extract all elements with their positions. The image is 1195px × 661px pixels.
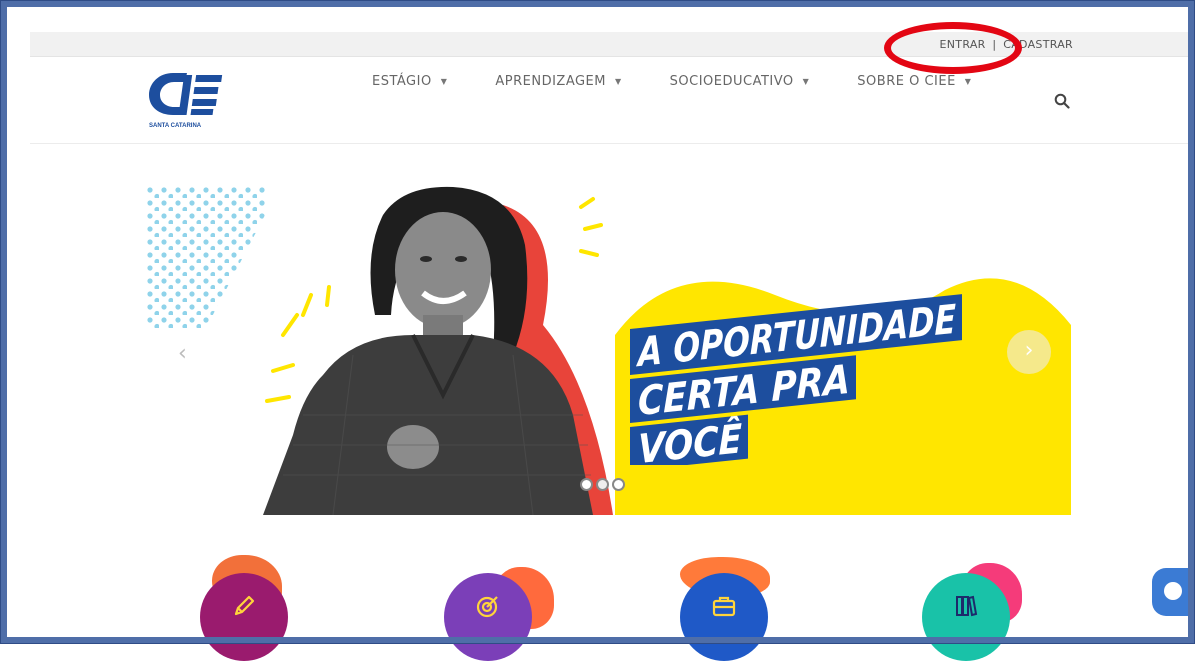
site-header: SANTA CATARINA ESTÁGIO ▼ APRENDIZAGEM ▼ …: [30, 57, 1188, 144]
books-icon: [956, 595, 978, 617]
caret-down-icon: ▼: [440, 77, 448, 86]
ciee-logo[interactable]: SANTA CATARINA: [145, 69, 225, 131]
headline-banner: A OPORTUNIDADE CERTA PRA VOCÊ: [630, 294, 962, 465]
highlight-circle: [884, 22, 1022, 74]
chevron-left-icon[interactable]: ‹: [178, 341, 187, 366]
chat-icon: [1164, 582, 1182, 600]
category-card-pencil[interactable]: [200, 555, 290, 661]
nav-item-aprendizagem[interactable]: APRENDIZAGEM ▼: [495, 74, 621, 89]
pager-dot[interactable]: [596, 478, 609, 491]
caret-down-icon: ▼: [614, 77, 622, 86]
nav-label: SOCIOEDUCATIVO: [669, 74, 794, 89]
nav-label: APRENDIZAGEM: [495, 74, 606, 89]
category-circle: [200, 573, 288, 661]
hero-person-image: [263, 186, 613, 515]
nav-item-sobre[interactable]: SOBRE O CIEE ▼: [857, 74, 971, 89]
category-circle: [680, 573, 768, 661]
hero-carousel: A OPORTUNIDADE CERTA PRA VOCÊ: [145, 185, 1071, 515]
carousel-pager: [580, 478, 625, 491]
dots-pattern: [145, 185, 265, 330]
pager-dot[interactable]: [612, 478, 625, 491]
search-icon[interactable]: [1054, 93, 1070, 109]
chevron-right-icon[interactable]: ›: [1007, 330, 1051, 374]
pencil-icon: [234, 595, 255, 616]
category-circle: [444, 573, 532, 661]
nav-item-socioeducativo[interactable]: SOCIOEDUCATIVO ▼: [670, 74, 810, 89]
main-nav: ESTÁGIO ▼ APRENDIZAGEM ▼ SOCIOEDUCATIVO …: [372, 74, 1019, 89]
logo-subtitle: SANTA CATARINA: [149, 123, 202, 129]
nav-item-estagio[interactable]: ESTÁGIO ▼: [372, 74, 447, 89]
category-card-briefcase[interactable]: [680, 555, 770, 661]
nav-label: ESTÁGIO: [372, 74, 432, 89]
chat-widget[interactable]: [1152, 568, 1195, 616]
briefcase-icon: [712, 596, 736, 617]
pager-dot[interactable]: [580, 478, 593, 491]
caret-down-icon: ▼: [964, 77, 972, 86]
caret-down-icon: ▼: [802, 77, 810, 86]
category-card-target[interactable]: [444, 555, 554, 661]
category-cards: [0, 555, 1195, 661]
target-icon: [476, 596, 498, 618]
nav-label: SOBRE O CIEE: [857, 74, 956, 89]
category-card-books[interactable]: [922, 555, 1022, 661]
category-circle: [922, 573, 1010, 661]
